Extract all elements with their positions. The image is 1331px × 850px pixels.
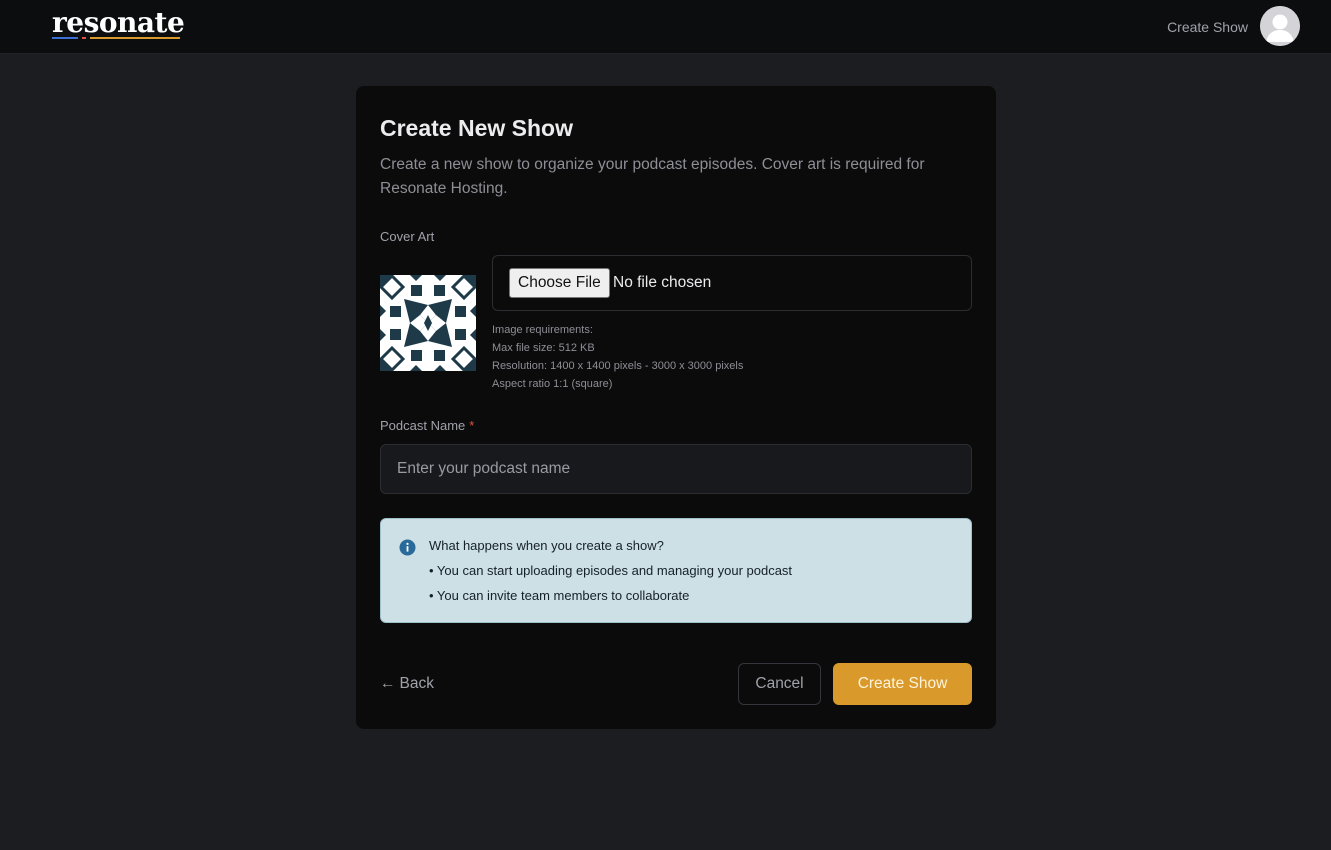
requirement-line: Image requirements:	[492, 324, 593, 336]
create-show-card: Create New Show Create a new show to org…	[356, 86, 996, 729]
page-title: Create New Show	[380, 115, 573, 141]
required-asterisk: *	[469, 418, 475, 433]
info-title: What happens when you create a show?	[429, 538, 664, 553]
page-description: Create a new show to organize your podca…	[380, 156, 925, 197]
user-avatar-icon[interactable]	[1260, 6, 1300, 46]
requirement-line: Max file size: 512 KB	[492, 342, 595, 354]
info-item: • You can invite team members to collabo…	[429, 588, 690, 603]
podcast-name-label-text: Podcast Name	[380, 418, 466, 433]
pattern-tile-image	[378, 273, 478, 373]
requirement-line: Resolution: 1400 x 1400 pixels - 3000 x …	[492, 360, 744, 372]
back-label: Back	[399, 675, 434, 692]
choose-file-button[interactable]: Choose File	[509, 268, 610, 298]
cancel-button[interactable]: Cancel	[738, 663, 821, 705]
podcast-name-input[interactable]	[380, 444, 972, 494]
arrow-left-icon: ←	[380, 675, 396, 692]
top-navbar: resonate Create Show	[0, 0, 1331, 54]
nav-create-show-link[interactable]: Create Show	[1167, 18, 1248, 36]
logo-wordmark: resonate	[52, 6, 185, 39]
info-item: • You can start uploading episodes and m…	[429, 563, 793, 578]
image-requirements: Image requirements: Max file size: 512 K…	[492, 321, 743, 393]
back-link[interactable]: ← Back	[380, 674, 434, 694]
info-circle-icon	[399, 539, 416, 556]
file-status-text: No file chosen	[613, 274, 712, 291]
cover-art-preview	[378, 273, 478, 373]
info-callout: What happens when you create a show? • Y…	[380, 518, 972, 623]
cover-art-label: Cover Art	[380, 229, 435, 244]
logo-underline	[52, 37, 180, 39]
resonate-logo[interactable]: resonate	[52, 6, 185, 43]
cover-art-file-input[interactable]: Choose File No file chosen	[492, 255, 972, 311]
podcast-name-label: Podcast Name *	[380, 418, 474, 434]
requirement-line: Aspect ratio 1:1 (square)	[492, 378, 613, 390]
create-show-button[interactable]: Create Show	[833, 663, 972, 705]
